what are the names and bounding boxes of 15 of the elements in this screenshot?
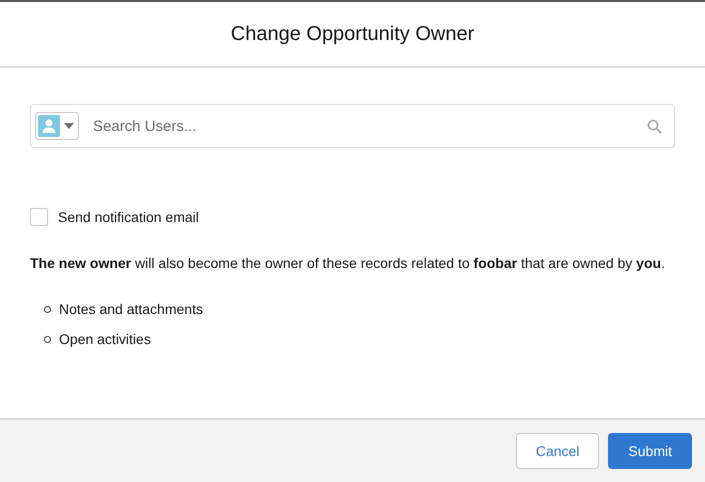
search-field[interactable]: Search Users...: [30, 104, 675, 148]
modal-title: Change Opportunity Owner: [230, 22, 474, 46]
submit-button[interactable]: Submit: [608, 433, 692, 469]
list-item: Notes and attachments: [59, 300, 203, 318]
checkbox[interactable]: [30, 208, 48, 226]
bullet-icon: [44, 336, 51, 342]
user-icon: [38, 115, 60, 137]
cancel-button[interactable]: Cancel: [516, 433, 600, 469]
info-text: The new owner will also become the owner of these records related to foobar that are owned by you.: [30, 255, 666, 272]
checkbox-label: Send notification email: [58, 209, 199, 225]
user-type-picker[interactable]: [35, 112, 79, 140]
bullet-icon: [44, 306, 51, 312]
caret-icon: [64, 123, 74, 129]
search-icon: [647, 118, 662, 134]
list-item: Open activities: [59, 330, 151, 348]
